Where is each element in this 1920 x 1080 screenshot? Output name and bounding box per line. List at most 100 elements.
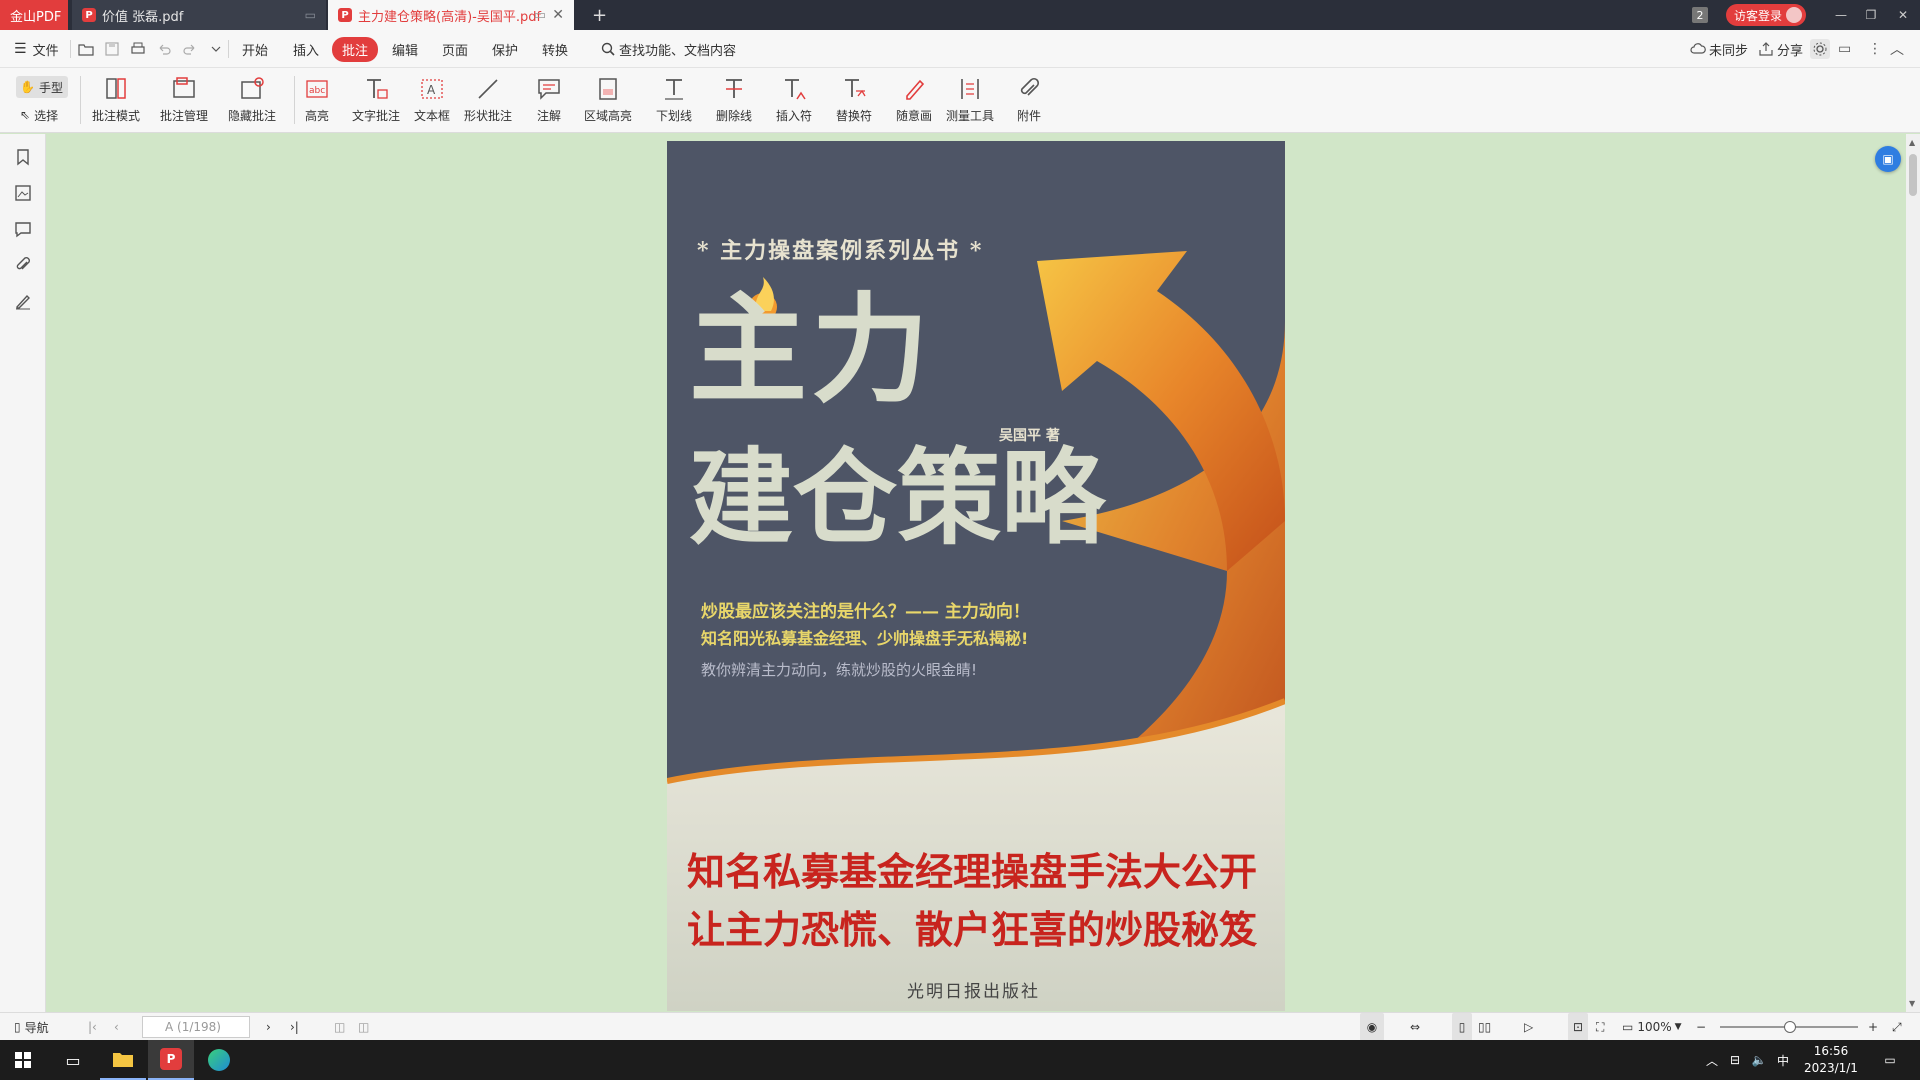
tab-edit[interactable]: 编辑 [392, 30, 418, 68]
edge-app[interactable] [196, 1040, 242, 1080]
next-page-button[interactable]: › [266, 1013, 271, 1041]
play-icon[interactable]: ▷ [1524, 1013, 1533, 1041]
window-count-badge[interactable]: 2 [1691, 7, 1708, 23]
login-button[interactable]: 访客登录 [1725, 4, 1806, 26]
restore-icon[interactable]: ❐ [1856, 8, 1886, 22]
sync-button[interactable]: 未同步 [1690, 30, 1748, 68]
clock-time: 16:56 [1813, 1044, 1849, 1058]
zoom-slider-handle[interactable] [1784, 1021, 1796, 1033]
close-tab-icon[interactable]: ✕ [552, 7, 564, 23]
search-box[interactable]: 查找功能、文档内容 [600, 30, 736, 68]
fit-width-icon[interactable]: ⇔ [1410, 1013, 1420, 1041]
hand-tool-button[interactable]: ✋ 手型 [16, 76, 68, 98]
comments-panel-icon[interactable] [14, 220, 32, 238]
shape-annotation-button[interactable]: 形状批注 [464, 76, 512, 124]
pdf-app[interactable]: P [148, 1040, 194, 1080]
eye-protection-icon[interactable]: ◉ [1360, 1013, 1384, 1041]
annotation-manage-button[interactable]: 批注管理 [160, 76, 208, 124]
navigation-toggle[interactable]: ▯ 导航 [14, 1013, 49, 1041]
hide-annotations-button[interactable]: 隐藏批注 [228, 76, 276, 124]
note-icon [538, 79, 560, 100]
scroll-thumb[interactable] [1909, 154, 1917, 196]
comment-icon[interactable]: ▭ [1838, 30, 1851, 68]
area-highlight-button[interactable]: 区域高亮 [584, 76, 632, 124]
file-menu[interactable]: ☰ 文件 [14, 30, 59, 68]
last-page-button[interactable]: ›| [290, 1013, 299, 1041]
freehand-button[interactable]: 随意画 [896, 76, 932, 124]
tab-insert-label: 插入 [293, 43, 320, 59]
print-icon[interactable] [130, 41, 146, 57]
ime-indicator[interactable]: 中 [1772, 1040, 1794, 1080]
single-page-icon[interactable]: ▯ [1452, 1013, 1472, 1041]
tab-page[interactable]: 页面 [442, 30, 468, 68]
text-annotation-button[interactable]: 文字批注 [352, 76, 400, 124]
save-icon[interactable] [104, 41, 120, 57]
volume-icon[interactable]: 🔈 [1748, 1040, 1770, 1080]
signature-icon[interactable] [14, 292, 32, 310]
note-button[interactable]: 注解 [536, 76, 562, 124]
redo-icon[interactable] [182, 41, 198, 57]
share-button[interactable]: 分享 [1758, 30, 1803, 68]
scroll-up-icon[interactable]: ▲ [1909, 138, 1915, 147]
pin-icon[interactable]: ▭ [305, 8, 316, 22]
fullscreen-icon[interactable]: ⤢ [1892, 1013, 1902, 1041]
zoom-in-button[interactable]: + [1868, 1013, 1878, 1041]
notification-icon[interactable]: ▭ [1870, 1040, 1910, 1080]
strikethrough-button[interactable]: 删除线 [716, 76, 752, 124]
area-highlight-icon [599, 78, 617, 100]
new-tab-button[interactable]: + [588, 0, 612, 30]
collapse-ribbon-icon[interactable]: ︿ [1890, 30, 1904, 68]
undo-icon[interactable] [156, 41, 172, 57]
customize-icon[interactable] [208, 41, 224, 57]
zoom-slider[interactable] [1720, 1021, 1858, 1033]
tab-home[interactable]: 开始 [242, 30, 268, 68]
replace-mark-button[interactable]: 替换符 [836, 76, 872, 124]
attachment-button[interactable]: 附件 [1016, 76, 1042, 124]
bookmark-icon[interactable] [14, 148, 32, 166]
prev-view-icon[interactable]: ◫ [334, 1013, 345, 1041]
more-icon[interactable]: ⋮ [1868, 30, 1882, 68]
floating-action-button[interactable]: ▣ [1875, 146, 1901, 172]
tab-document-1[interactable]: P 价值 张磊.pdf ▭ [72, 0, 326, 30]
select-tool-button[interactable]: ⇖ 选择 [20, 104, 58, 126]
scroll-down-icon[interactable]: ▼ [1909, 999, 1915, 1008]
navigation-label: 导航 [24, 1020, 49, 1035]
tab-convert[interactable]: 转换 [542, 30, 568, 68]
measure-tool-button[interactable]: 测量工具 [946, 76, 994, 124]
zoom-dropdown[interactable]: ▭ 100% ▼ [1622, 1013, 1682, 1041]
textbox-button[interactable]: A 文本框 [414, 76, 450, 124]
underline-button[interactable]: 下划线 [656, 76, 692, 124]
thumbnail-icon[interactable] [14, 184, 32, 202]
first-page-button[interactable]: |‹ [88, 1013, 97, 1041]
attachments-panel-icon[interactable] [14, 256, 32, 274]
app-tab[interactable]: 金山PDF [0, 0, 68, 30]
minimize-icon[interactable]: — [1826, 8, 1856, 22]
actual-size-icon[interactable]: ⊡ [1568, 1013, 1588, 1041]
network-icon[interactable]: ⊟ [1724, 1040, 1746, 1080]
fit-page-icon[interactable]: ⛶ [1596, 1013, 1604, 1041]
start-button[interactable] [0, 1040, 46, 1080]
tab-annotate[interactable]: 批注 [332, 30, 379, 68]
tab-insert[interactable]: 插入 [293, 30, 319, 68]
highlight-button[interactable]: abc 高亮 [304, 76, 330, 124]
vertical-scrollbar[interactable]: ▲ ▼ [1906, 134, 1920, 1012]
clock[interactable]: 16:56 2023/1/1 [1796, 1040, 1866, 1080]
tray-expand-icon[interactable]: ︿ [1702, 1040, 1722, 1080]
close-window-icon[interactable]: ✕ [1886, 8, 1920, 22]
tab-document-2[interactable]: P 主力建仓策略(高清)-吴国平.pdf ▭ ✕ [328, 0, 574, 30]
settings-button[interactable] [1810, 39, 1830, 59]
next-view-icon[interactable]: ◫ [358, 1013, 369, 1041]
prev-page-button[interactable]: ‹ [114, 1013, 119, 1041]
task-view-button[interactable]: ▭ [50, 1040, 96, 1080]
annotation-mode-button[interactable]: 批注模式 [92, 76, 140, 124]
insert-mark-button[interactable]: 插入符 [776, 76, 812, 124]
page-number-field[interactable]: A (1/198) [142, 1016, 250, 1038]
open-folder-icon[interactable] [78, 41, 94, 57]
zoom-out-button[interactable]: − [1696, 1013, 1706, 1041]
pin-icon[interactable]: ▭ [534, 8, 546, 23]
svg-text:A: A [427, 83, 436, 97]
file-explorer-app[interactable] [100, 1040, 146, 1080]
tab-protect[interactable]: 保护 [492, 30, 518, 68]
hand-label: 手型 [38, 80, 63, 95]
double-page-icon[interactable]: ▯▯ [1478, 1013, 1491, 1041]
